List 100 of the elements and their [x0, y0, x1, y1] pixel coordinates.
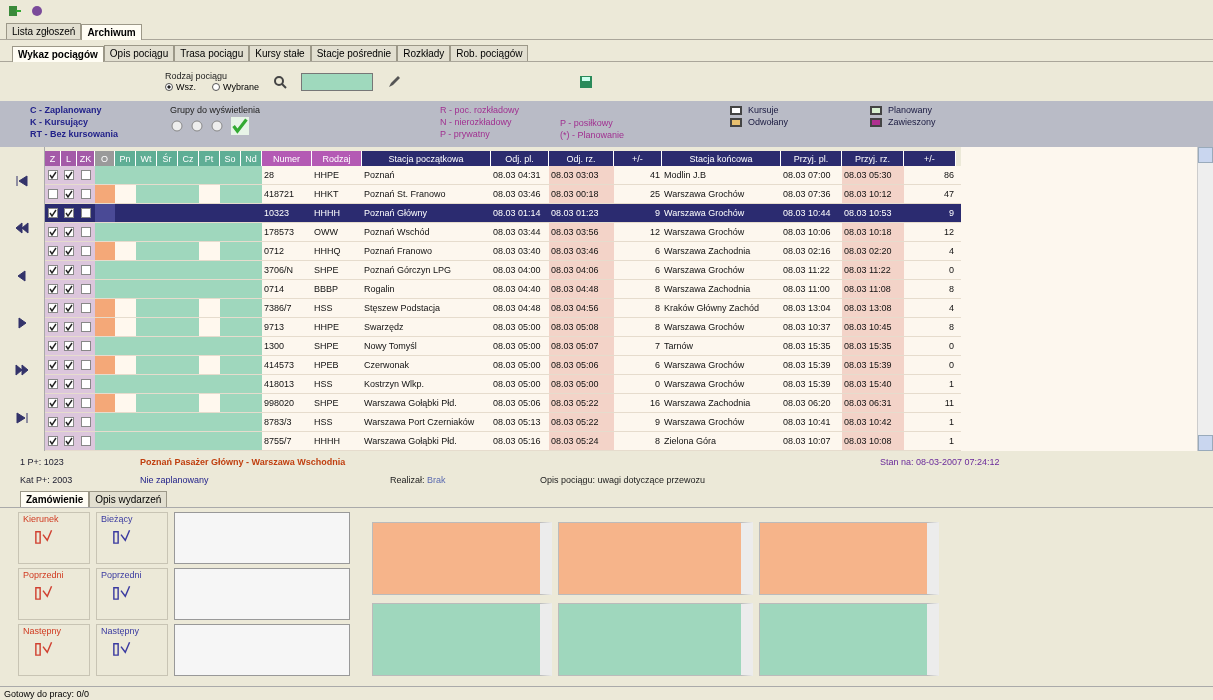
checkbox[interactable] [64, 265, 74, 276]
tab[interactable]: Rob. pociągów [450, 44, 529, 61]
table-row[interactable]: 414573 HPEB Czerwonak 08.03 05:00 08.03 05:06 6 Warszawa Grochów 08.03 15:39 08.03 15:39 0 [45, 356, 961, 376]
checkbox[interactable] [81, 265, 91, 276]
table-row[interactable]: 998020 SHPE Warszawa Gołąbki Płd. 08.03 05:06 08.03 05:22 16 Warszawa Zachodnia 08.03 06:20 08.03 06:31 11 [45, 394, 961, 414]
checkbox[interactable] [64, 436, 74, 447]
table-row[interactable]: 3706/N SHPE Poznań Górczyn LPG 08.03 04:00 08.03 04:06 6 Warszawa Grochów 08.03 11:22 08.03 11:22 0 [45, 261, 961, 281]
checkbox[interactable] [48, 284, 58, 295]
checkbox[interactable] [48, 208, 58, 219]
table-row[interactable]: 7386/7 HSS Stęszew Podstacja 08.03 04:48 08.03 04:56 8 Kraków Główny Zachód 08.03 13:04 08.03 13:08 4 [45, 299, 961, 319]
table-row[interactable]: 178573 OWW Poznań Wschód 08.03 03:44 08.03 03:56 12 Warszawa Grochów 08.03 10:06 08.03 10:18 12 [45, 223, 961, 243]
tab[interactable]: Rozkłady [397, 44, 451, 61]
column-header[interactable]: L [61, 151, 77, 167]
checkbox[interactable] [81, 227, 91, 238]
checkbox[interactable] [48, 322, 58, 333]
checkbox[interactable] [48, 436, 58, 447]
tab[interactable]: Stacje pośrednie [310, 44, 398, 61]
checkbox[interactable] [64, 246, 74, 257]
checkbox[interactable] [64, 322, 74, 333]
checkbox[interactable] [64, 189, 74, 200]
table-row[interactable]: 418013 HSS Kostrzyn Wlkp. 08.03 05:00 08.03 05:00 0 Warszawa Grochów 08.03 15:39 08.03 15:40 1 [45, 375, 961, 395]
column-header[interactable]: +/- [614, 151, 662, 167]
checkbox[interactable] [48, 170, 58, 181]
checkbox[interactable] [64, 360, 74, 371]
checkbox[interactable] [48, 341, 58, 352]
table-row[interactable]: 8755/7 HHHH Warszawa Gołąbki Płd. 08.03 05:16 08.03 05:24 8 Zielona Góra 08.03 10:07 08.03 10:08 1 [45, 432, 961, 452]
checkmark-icon[interactable] [230, 117, 250, 136]
column-header[interactable]: Z [45, 151, 61, 167]
table-row[interactable]: 0714 BBBP Rogalin 08.03 04:40 08.03 04:48 8 Warszawa Zachodnia 08.03 11:00 08.03 11:08 8 [45, 280, 961, 300]
table-cell: 08.03 05:00 [549, 375, 614, 394]
checkbox[interactable] [64, 417, 74, 428]
tab[interactable]: Wykaz pociągów [12, 45, 104, 62]
table-cell-text: 28 [263, 169, 275, 183]
column-header[interactable]: +/- [904, 151, 956, 167]
column-header[interactable]: Stacja końcowa [662, 151, 781, 167]
column-header[interactable]: Przyj. pl. [781, 151, 842, 167]
checkbox[interactable] [64, 208, 74, 219]
column-header[interactable]: Przyj. rz. [842, 151, 904, 167]
checkbox[interactable] [48, 360, 58, 371]
tab[interactable]: Lista zgłoszeń [6, 22, 82, 39]
note-field[interactable] [174, 624, 350, 677]
table-row[interactable]: 10323 HHHH Poznań Główny 08.03 01:14 08.03 01:23 9 Warszawa Grochów 08.03 10:44 08.03 10:53 9 [45, 204, 961, 224]
checkbox[interactable] [48, 379, 58, 390]
checkbox[interactable] [81, 284, 91, 295]
note-field[interactable] [174, 568, 350, 621]
column-header[interactable]: Stacja początkowa [362, 151, 491, 167]
table-cell-text: 08.03 05:00 [492, 340, 542, 354]
checkbox[interactable] [64, 284, 74, 295]
checkbox[interactable] [64, 398, 74, 409]
checkbox[interactable] [81, 417, 91, 428]
column-header[interactable]: Rodzaj [312, 151, 362, 167]
checkbox[interactable] [64, 227, 74, 238]
checkbox[interactable] [64, 303, 74, 314]
table-row[interactable]: 0712 HHHQ Poznań Franowo 08.03 03:40 08.03 03:46 6 Warszawa Zachodnia 08.03 02:16 08.03 02:20 4 [45, 242, 961, 262]
table-cell: 08.03 00:18 [549, 185, 614, 204]
checkbox[interactable] [81, 341, 91, 352]
pencil-icon[interactable] [386, 74, 401, 89]
column-header[interactable]: Odj. rz. [549, 151, 614, 167]
checkbox[interactable] [81, 436, 91, 447]
table-row[interactable]: 9713 HHPE Swarzędz 08.03 05:00 08.03 05:08 8 Warszawa Grochów 08.03 10:37 08.03 10:45 8 [45, 318, 961, 338]
table-row[interactable]: 418721 HHKT Poznań St. Franowo 08.03 03:46 08.03 00:18 25 Warszawa Grochów 08.03 07:36 08.03 10:12 47 [45, 185, 961, 205]
checkbox[interactable] [81, 379, 91, 390]
checkbox[interactable] [81, 398, 91, 409]
exit-icon[interactable] [8, 3, 22, 18]
checkbox[interactable] [48, 189, 58, 200]
radio-option[interactable]: Wsz. [165, 82, 196, 93]
checkbox[interactable] [48, 398, 58, 409]
tab[interactable]: Opis wydarzeń [89, 491, 168, 508]
column-header[interactable]: Numer [262, 151, 312, 167]
tab[interactable]: Kursy stałe [249, 44, 311, 61]
checkbox[interactable] [81, 208, 91, 219]
save-icon[interactable] [578, 74, 593, 89]
checkbox[interactable] [81, 246, 91, 257]
tab[interactable]: Opis pociągu [103, 44, 175, 61]
note-field[interactable] [174, 512, 350, 565]
search-icon[interactable] [272, 74, 287, 89]
radio-option[interactable]: Wybrane [212, 82, 259, 93]
search-field[interactable] [300, 72, 373, 91]
table-row[interactable]: 1300 SHPE Nowy Tomyśl 08.03 05:00 08.03 05:07 7 Tarnów 08.03 15:35 08.03 15:35 0 [45, 337, 961, 357]
checkbox[interactable] [48, 417, 58, 428]
table-row[interactable]: 8783/3 HSS Warszawa Port Czerniaków 08.03 05:13 08.03 05:22 9 Warszawa Grochów 08.03 10:41 08.03 10:42 1 [45, 413, 961, 433]
checkbox[interactable] [48, 227, 58, 238]
checkbox[interactable] [48, 246, 58, 257]
table-row[interactable]: 28 HHPE Poznań 08.03 04:31 08.03 03:03 41 Modlin J.B 08.03 07:00 08.03 05:30 86 [45, 166, 961, 186]
checkbox[interactable] [81, 170, 91, 181]
table-cell: 08.03 10:12 [842, 185, 904, 204]
checkbox[interactable] [64, 379, 74, 390]
column-header[interactable]: Odj. pl. [491, 151, 549, 167]
checkbox[interactable] [81, 360, 91, 371]
checkbox[interactable] [64, 341, 74, 352]
checkbox[interactable] [48, 265, 58, 276]
checkbox[interactable] [81, 322, 91, 333]
checkbox[interactable] [64, 170, 74, 181]
tab[interactable]: Trasa pociągu [174, 44, 250, 61]
column-header[interactable]: ZK [77, 151, 95, 167]
checkbox[interactable] [48, 303, 58, 314]
checkbox[interactable] [81, 189, 91, 200]
checkbox[interactable] [81, 303, 91, 314]
table-cell-text: 0 [948, 359, 955, 373]
tab[interactable]: Archiwum [81, 23, 142, 40]
